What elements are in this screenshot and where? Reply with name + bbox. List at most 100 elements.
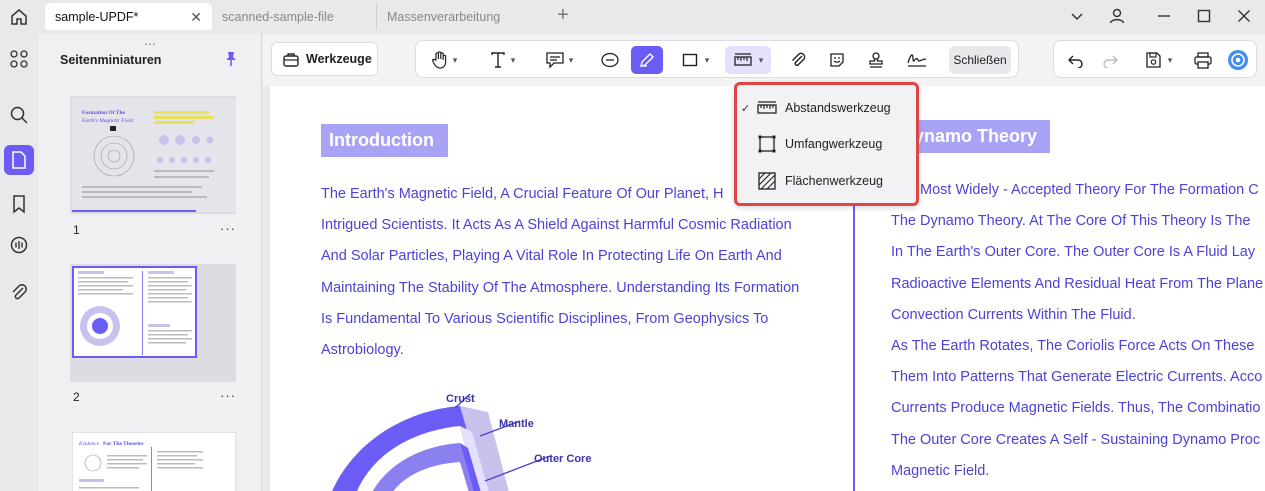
diagram-label-outer-core: Outer Core — [534, 453, 592, 465]
hand-tool-button[interactable]: ▾ — [424, 46, 464, 74]
text-line: Is Fundamental To Various Scientific Dis… — [321, 310, 769, 327]
paperclip-icon — [789, 51, 807, 69]
home-icon[interactable] — [8, 6, 30, 28]
maximize-icon[interactable] — [1191, 4, 1217, 28]
tab-scanned-sample-file[interactable]: scanned-sample-file — [212, 3, 372, 30]
text-line: And Solar Particles, Playing A Vital Rol… — [321, 248, 782, 265]
comment-box-icon — [545, 51, 565, 69]
sticker-icon — [828, 51, 846, 69]
close-window-icon[interactable] — [1231, 4, 1257, 28]
pin-icon[interactable] — [224, 51, 238, 72]
page-more-icon[interactable]: ··· — [220, 388, 236, 403]
toolbox-icon — [282, 51, 300, 67]
chevron-down-icon: ▾ — [1167, 54, 1173, 65]
text-icon — [489, 51, 507, 69]
attach-tool-button[interactable] — [782, 46, 814, 74]
text-line: The Outer Core Creates A Self - Sustaini… — [891, 431, 1261, 448]
measure-tool-button[interactable]: ▾ — [725, 46, 771, 74]
ruler-icon — [733, 51, 753, 69]
attachment-icon[interactable] — [4, 277, 34, 307]
stamp-tool-button[interactable] — [860, 46, 892, 74]
plus-icon[interactable]: + — [557, 4, 569, 27]
undo-button[interactable] — [1060, 46, 1092, 74]
main-toolbar: Werkzeuge ▾ ▾ ▾ ▾ ▾ Schließen ▾ — [263, 34, 1265, 86]
check-icon: ✓ — [741, 102, 751, 115]
left-icon-rail — [0, 34, 38, 491]
minimize-icon[interactable] — [1151, 4, 1177, 28]
tab-sample-updf[interactable]: sample-UPDF* ✕ — [45, 3, 212, 30]
file-tools-group: ▾ — [1053, 40, 1257, 78]
save-icon — [1144, 51, 1162, 69]
svg-text:For The Theories: For The Theories — [103, 441, 144, 447]
menu-item-umfangwerkzeug[interactable]: Umfangwerkzeug — [737, 128, 916, 160]
ruler-icon — [756, 98, 778, 121]
redo-button[interactable] — [1094, 46, 1126, 74]
svg-text:Earth's Magnetic Field: Earth's Magnetic Field — [81, 118, 133, 124]
pencil-icon — [638, 51, 656, 69]
text-line: The Dynamo Theory. At The Core Of This T… — [891, 213, 1251, 230]
redo-icon — [1101, 52, 1119, 68]
section-heading: ynamo Theory — [900, 120, 1050, 153]
save-button[interactable]: ▾ — [1136, 46, 1180, 74]
page-thumbnail-1[interactable]: Formation Of The Earth's Magnetic Field — [72, 98, 236, 212]
page-thumbnail-3[interactable]: Evidence For The Theories — [72, 432, 236, 491]
tab-label: scanned-sample-file — [222, 9, 334, 24]
ai-assistant-button[interactable] — [1222, 46, 1254, 74]
annotation-tools-group: ▾ ▾ ▾ ▾ ▾ Schließen — [415, 40, 1019, 78]
area-icon — [756, 171, 778, 194]
comment-tool-button[interactable]: ▾ — [536, 46, 582, 74]
text-line: As The Earth Rotates, The Coriolis Force… — [891, 338, 1255, 355]
menu-item-label: Flächenwerkzeug — [785, 174, 883, 188]
tab-massenverarbeitung[interactable]: Massenverarbeitung — [376, 3, 546, 30]
schliessen-button[interactable]: Schließen — [949, 46, 1011, 74]
chat-tool-button[interactable] — [594, 46, 626, 74]
draw-tool-button[interactable] — [631, 46, 663, 74]
text-line: In The Earth's Outer Core. The Outer Cor… — [891, 244, 1256, 261]
print-button[interactable] — [1187, 46, 1219, 74]
measure-dropdown-menu: ✓ Abstandswerkzeug Umfangwerkzeug Fläche… — [734, 82, 919, 206]
stamp-icon — [867, 51, 885, 69]
diagram-label-crust: Crust — [446, 393, 475, 405]
tab-label: sample-UPDF* — [55, 9, 139, 24]
thumbnails-panel: ⋯ Seitenminiaturen Formation Of The Eart… — [38, 34, 262, 491]
text-tool-button[interactable]: ▾ — [480, 46, 524, 74]
chevron-down-icon: ▾ — [704, 54, 710, 65]
text-line: Convection Currents Within The Fluid. — [891, 306, 1136, 323]
user-icon[interactable] — [1104, 4, 1130, 28]
grid-icon[interactable] — [4, 44, 34, 74]
chevron-down-icon[interactable] — [1064, 4, 1090, 28]
left-paragraph: The Earth's Magnetic Field, A Crucial Fe… — [321, 179, 799, 366]
page-thumbnails-icon[interactable] — [4, 145, 34, 175]
menu-item-label: Umfangwerkzeug — [785, 137, 883, 151]
comment-icon[interactable] — [4, 231, 34, 261]
hand-icon — [431, 50, 449, 70]
panel-grip-icon[interactable]: ⋯ — [144, 37, 157, 51]
printer-icon — [1193, 51, 1213, 69]
search-icon[interactable] — [4, 100, 34, 130]
page-more-icon[interactable]: ··· — [220, 221, 236, 236]
sticker-tool-button[interactable] — [821, 46, 853, 74]
rectangle-icon — [681, 51, 699, 69]
text-line: Maintaining The Stability Of The Atmosph… — [321, 279, 800, 296]
undo-icon — [1067, 52, 1085, 68]
chevron-down-icon: ▾ — [568, 54, 574, 65]
page-thumbnail-2[interactable] — [72, 266, 197, 358]
text-line: Most Widely - Accepted Theory For The Fo… — [920, 182, 1259, 198]
werkzeuge-label: Werkzeuge — [306, 52, 372, 66]
text-line: Currents Produce Magnetic Fields. Thus, … — [891, 400, 1261, 417]
close-icon[interactable]: ✕ — [190, 9, 202, 26]
title-bar: sample-UPDF* ✕ scanned-sample-file Masse… — [0, 0, 1265, 34]
signature-tool-button[interactable] — [899, 46, 935, 74]
shape-tool-button[interactable]: ▾ — [674, 46, 716, 74]
bookmark-icon[interactable] — [4, 189, 34, 219]
text-line: The Earth's Magnetic Field, A Crucial Fe… — [321, 186, 724, 202]
menu-item-flaechenwerkzeug[interactable]: Flächenwerkzeug — [737, 165, 916, 197]
werkzeuge-button[interactable]: Werkzeuge — [271, 42, 378, 76]
diagram-label-mantle: Mantle — [499, 418, 534, 430]
menu-item-abstandswerkzeug[interactable]: ✓ Abstandswerkzeug — [737, 92, 916, 124]
text-line: Astrobiology. — [321, 342, 404, 359]
panel-title: Seitenminiaturen — [60, 53, 162, 67]
text-line: Them Into Patterns That Generate Electri… — [891, 369, 1263, 386]
perimeter-icon — [756, 134, 778, 157]
text-line: Radioactive Elements And Residual Heat F… — [891, 275, 1264, 292]
